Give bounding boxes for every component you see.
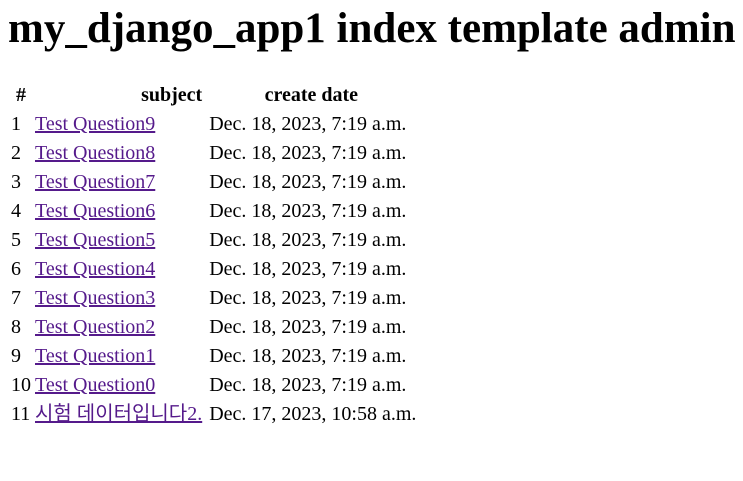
question-link[interactable]: Test Question1 [35, 345, 155, 367]
row-num: 1 [11, 113, 21, 135]
row-create-date: Dec. 18, 2023, 7:19 a.m. [209, 200, 407, 222]
question-link[interactable]: Test Question3 [35, 287, 155, 309]
row-num: 2 [11, 142, 21, 164]
row-subject-cell: Test Question3 [34, 285, 203, 312]
row-subject-cell: Test Question8 [34, 140, 203, 167]
row-create-date: Dec. 17, 2023, 10:58 a.m. [209, 403, 417, 425]
header-num: # [16, 84, 26, 106]
table-row: 8 Test Question2 Dec. 18, 2023, 7:19 a.m… [10, 314, 417, 341]
question-link[interactable]: Test Question9 [35, 113, 155, 135]
table-row: 6 Test Question4 Dec. 18, 2023, 7:19 a.m… [10, 256, 417, 283]
row-create-date: Dec. 18, 2023, 7:19 a.m. [209, 287, 407, 309]
table-row: 11 시험 데이터입니다2. Dec. 17, 2023, 10:58 a.m. [10, 401, 417, 428]
row-create-date: Dec. 18, 2023, 7:19 a.m. [209, 113, 407, 135]
row-subject-cell: Test Question0 [34, 372, 203, 399]
row-subject-cell: Test Question6 [34, 198, 203, 225]
row-create-date: Dec. 18, 2023, 7:19 a.m. [209, 229, 407, 251]
table-row: 3 Test Question7 Dec. 18, 2023, 7:19 a.m… [10, 169, 417, 196]
row-create-date: Dec. 18, 2023, 7:19 a.m. [209, 374, 407, 396]
row-subject-cell: Test Question4 [34, 256, 203, 283]
row-num: 11 [11, 403, 31, 425]
table-row: 9 Test Question1 Dec. 18, 2023, 7:19 a.m… [10, 343, 417, 370]
table-row: 2 Test Question8 Dec. 18, 2023, 7:19 a.m… [10, 140, 417, 167]
row-subject-cell: Test Question5 [34, 227, 203, 254]
row-create-date: Dec. 18, 2023, 7:19 a.m. [209, 316, 407, 338]
row-subject-cell: 시험 데이터입니다2. [34, 401, 203, 428]
row-create-date: Dec. 18, 2023, 7:19 a.m. [209, 345, 407, 367]
question-link[interactable]: Test Question8 [35, 142, 155, 164]
table-header-row: # subject create date [10, 82, 417, 109]
header-create-date: create date [264, 84, 359, 106]
table-row: 7 Test Question3 Dec. 18, 2023, 7:19 a.m… [10, 285, 417, 312]
row-num: 5 [11, 229, 21, 251]
question-link[interactable]: 시험 데이터입니다2. [35, 403, 202, 425]
row-create-date: Dec. 18, 2023, 7:19 a.m. [209, 142, 407, 164]
row-subject-cell: Test Question7 [34, 169, 203, 196]
table-row: 10 Test Question0 Dec. 18, 2023, 7:19 a.… [10, 372, 417, 399]
question-link[interactable]: Test Question7 [35, 171, 155, 193]
question-link[interactable]: Test Question2 [35, 316, 155, 338]
header-subject: subject [141, 84, 203, 106]
row-subject-cell: Test Question9 [34, 111, 203, 138]
question-link[interactable]: Test Question4 [35, 258, 155, 280]
page-title: my_django_app1 index template admin [8, 5, 736, 52]
question-link[interactable]: Test Question6 [35, 200, 155, 222]
table-row: 5 Test Question5 Dec. 18, 2023, 7:19 a.m… [10, 227, 417, 254]
question-link[interactable]: Test Question0 [35, 374, 155, 396]
row-num: 3 [11, 171, 21, 193]
row-num: 9 [11, 345, 21, 367]
row-create-date: Dec. 18, 2023, 7:19 a.m. [209, 258, 407, 280]
table-row: 1 Test Question9 Dec. 18, 2023, 7:19 a.m… [10, 111, 417, 138]
row-subject-cell: Test Question2 [34, 314, 203, 341]
question-table: # subject create date 1 Test Question9 D… [8, 80, 419, 430]
row-num: 7 [11, 287, 21, 309]
question-link[interactable]: Test Question5 [35, 229, 155, 251]
row-num: 8 [11, 316, 21, 338]
row-num: 10 [11, 374, 31, 396]
row-num: 4 [11, 200, 21, 222]
row-create-date: Dec. 18, 2023, 7:19 a.m. [209, 171, 407, 193]
row-subject-cell: Test Question1 [34, 343, 203, 370]
page: my_django_app1 index template admin # su… [0, 6, 743, 430]
row-num: 6 [11, 258, 21, 280]
table-row: 4 Test Question6 Dec. 18, 2023, 7:19 a.m… [10, 198, 417, 225]
